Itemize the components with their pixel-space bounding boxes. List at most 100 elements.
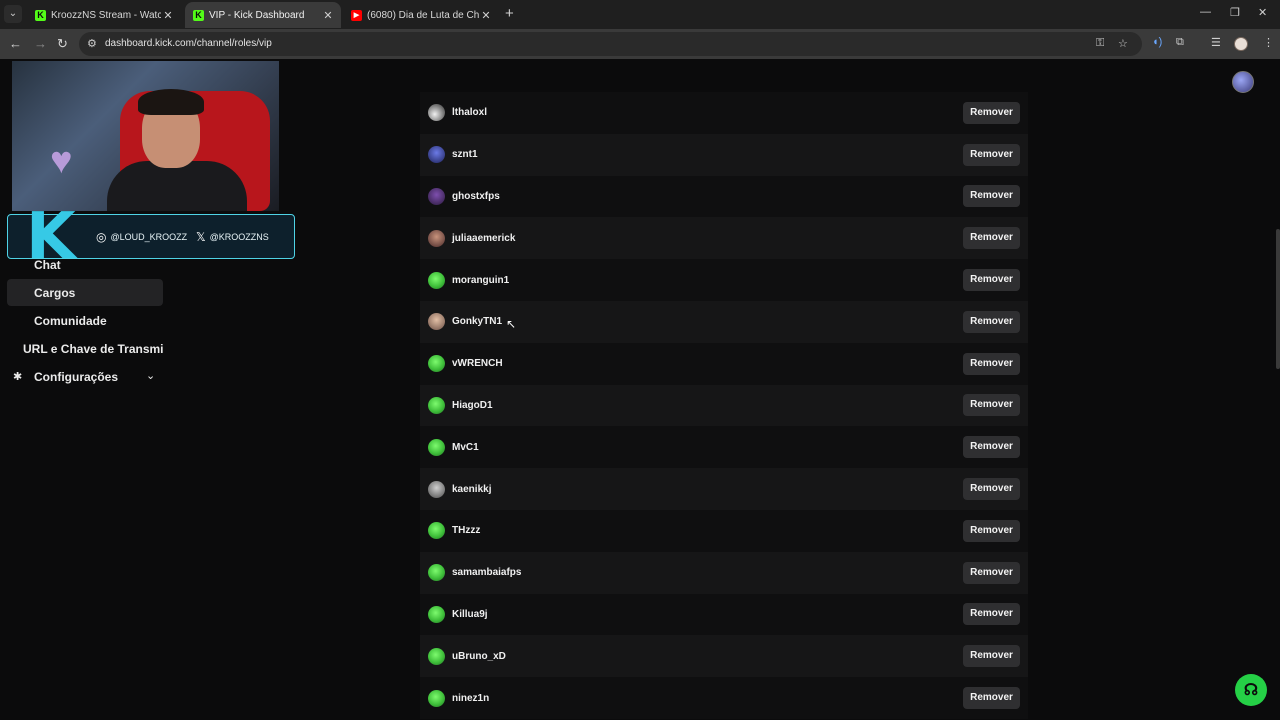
vip-user-list: lthaloxl Remover sznt1 Remover ghostxfps Remo… (420, 92, 1028, 719)
instagram-handle-text: @LOUD_KROOZZ (110, 232, 188, 242)
browser-menu-icon[interactable]: ⋮ (1263, 36, 1274, 49)
x-logo-icon: 𝕏 (196, 230, 206, 244)
vip-username: uBruno_xD (452, 650, 506, 662)
extension-active-icon[interactable]: ◖) (1152, 36, 1162, 48)
user-avatar-icon (428, 564, 445, 582)
x-handle-text: @KROOZZNS (209, 232, 269, 242)
vip-username: kaenikkj (452, 483, 492, 495)
vip-username: ninez1n (452, 692, 490, 704)
url-text: dashboard.kick.com/channel/roles/vip (105, 38, 272, 49)
vip-user-row: MvC1 Remover (420, 426, 1028, 469)
user-avatar-icon (428, 522, 445, 540)
sidebar-item-stream-url-key[interactable]: URL e Chave de Transmissã (23, 342, 163, 356)
remove-vip-button[interactable]: Remover (963, 227, 1020, 250)
tab-vip-kick-dashboard[interactable]: K VIP - Kick Dashboard ✕ (185, 2, 341, 28)
social-handles-banner: K ◎ @LOUD_KROOZZ 𝕏 @KROOZZNS (7, 205, 295, 269)
restore-icon[interactable]: ❐ (1230, 6, 1240, 19)
remove-vip-button[interactable]: Remover (963, 352, 1020, 375)
profile-avatar-icon[interactable] (1234, 37, 1248, 51)
vip-user-row: vWRENCH Remover (420, 342, 1028, 385)
remove-vip-button[interactable]: Remover (963, 519, 1020, 542)
tab-search-button[interactable]: ⌄ (4, 5, 22, 23)
sidebar-item-cargos[interactable]: Cargos (34, 286, 75, 300)
user-avatar-icon (428, 271, 445, 289)
user-avatar-icon (428, 187, 445, 205)
sidebar-item-configuracoes[interactable]: Configurações (34, 370, 118, 384)
remove-vip-button[interactable]: Remover (963, 310, 1020, 333)
vip-username: ghostxfps (452, 190, 500, 202)
password-key-icon[interactable]: ⚿ (1096, 37, 1104, 50)
user-avatar-icon (428, 313, 445, 331)
user-avatar-icon (428, 355, 445, 373)
minimize-icon[interactable]: — (1200, 6, 1211, 18)
vip-username: moranguin1 (452, 274, 510, 286)
vip-user-row: HiagoD1 Remover (420, 384, 1028, 427)
vip-user-row: moranguin1 Remover (420, 259, 1028, 301)
remove-vip-button[interactable]: Remover (963, 269, 1020, 292)
user-avatar-icon (428, 647, 445, 665)
user-avatar-icon (428, 229, 445, 247)
remove-vip-button[interactable]: Remover (963, 603, 1020, 626)
tab-youtube-video[interactable]: ▶ (6080) Dia de Luta de Charles O ✕ (343, 2, 499, 28)
user-avatar-icon (428, 104, 445, 122)
bookmark-star-icon[interactable]: ☆ (1118, 37, 1128, 50)
dashboard-page: ♥ K ◎ @LOUD_KROOZZ 𝕏 @KROOZZNS Chat Carg… (0, 59, 1280, 720)
vip-user-row: samambaiafps Remover (420, 551, 1028, 594)
tab-kroozzns-stream[interactable]: K KroozzNS Stream - Watch Live o ✕ (27, 2, 181, 28)
user-avatar-icon (428, 605, 445, 623)
user-avatar-icon (428, 146, 445, 164)
vip-user-row: kaenikkj Remover (420, 468, 1028, 510)
vip-user-row: lthaloxl Remover (420, 92, 1028, 134)
mouse-cursor-icon: ↖ (506, 317, 517, 331)
back-icon[interactable]: ← (9, 36, 22, 52)
vip-username: HiagoD1 (452, 399, 493, 411)
kick-icon: K (35, 9, 46, 21)
vip-username: juliaaemerick (452, 232, 516, 244)
tab-title: (6080) Dia de Luta de Charles O (367, 9, 479, 21)
site-info-icon[interactable]: ⚙ (87, 37, 97, 50)
vip-user-row: juliaaemerick Remover (420, 217, 1028, 260)
remove-vip-button[interactable]: Remover (963, 394, 1020, 417)
user-avatar-icon (428, 438, 445, 456)
browser-toolbar: ← → ↻ ⚙ dashboard.kick.com/channel/roles… (0, 29, 1280, 59)
user-avatar[interactable] (1232, 71, 1254, 93)
vip-user-row: ninez1n Remover (420, 677, 1028, 719)
user-avatar-icon (428, 689, 445, 707)
new-tab-button[interactable]: + (505, 6, 514, 22)
remove-vip-button[interactable]: Remover (963, 687, 1020, 710)
kick-icon: K (193, 9, 204, 21)
address-bar[interactable]: ⚙ dashboard.kick.com/channel/roles/vip (79, 32, 1142, 56)
remove-vip-button[interactable]: Remover (963, 185, 1020, 208)
browser-tab-bar: ⌄ K KroozzNS Stream - Watch Live o ✕ K V… (0, 0, 1280, 29)
forward-icon[interactable]: → (34, 36, 47, 52)
remove-vip-button[interactable]: Remover (963, 101, 1020, 124)
close-window-icon[interactable]: ✕ (1258, 6, 1267, 19)
remove-vip-button[interactable]: Remover (963, 478, 1020, 501)
reload-icon[interactable]: ↻ (57, 36, 68, 52)
headset-icon: ☊ (1243, 682, 1259, 699)
sidebar-active-highlight (7, 279, 163, 306)
remove-vip-button[interactable]: Remover (963, 645, 1020, 668)
chevron-down-icon[interactable]: ⌄ (146, 369, 155, 382)
support-chat-button[interactable]: ☊ (1235, 674, 1267, 706)
page-scrollbar[interactable] (1276, 229, 1280, 369)
x-handle: 𝕏 @KROOZZNS (196, 230, 269, 244)
close-tab-icon[interactable]: ✕ (161, 9, 175, 22)
remove-vip-button[interactable]: Remover (963, 143, 1020, 166)
extensions-puzzle-icon[interactable]: ⧉ (1176, 36, 1184, 49)
vip-username: vWRENCH (452, 358, 503, 370)
media-queue-icon[interactable]: ☰ (1211, 36, 1221, 49)
instagram-icon: ◎ (96, 230, 107, 244)
vip-username: Killua9j (452, 608, 488, 620)
sidebar-item-comunidade[interactable]: Comunidade (34, 314, 107, 328)
close-tab-icon[interactable]: ✕ (479, 9, 493, 22)
close-tab-icon[interactable]: ✕ (321, 9, 335, 22)
vip-username: samambaiafps (452, 567, 522, 579)
vip-username: MvC1 (452, 441, 479, 453)
remove-vip-button[interactable]: Remover (963, 561, 1020, 584)
vip-user-row: ghostxfps Remover (420, 175, 1028, 218)
remove-vip-button[interactable]: Remover (963, 436, 1020, 459)
sidebar-item-chat[interactable]: Chat (34, 258, 61, 272)
heart-decoration-icon: ♥ (50, 140, 73, 182)
tab-title: KroozzNS Stream - Watch Live o (51, 9, 161, 21)
